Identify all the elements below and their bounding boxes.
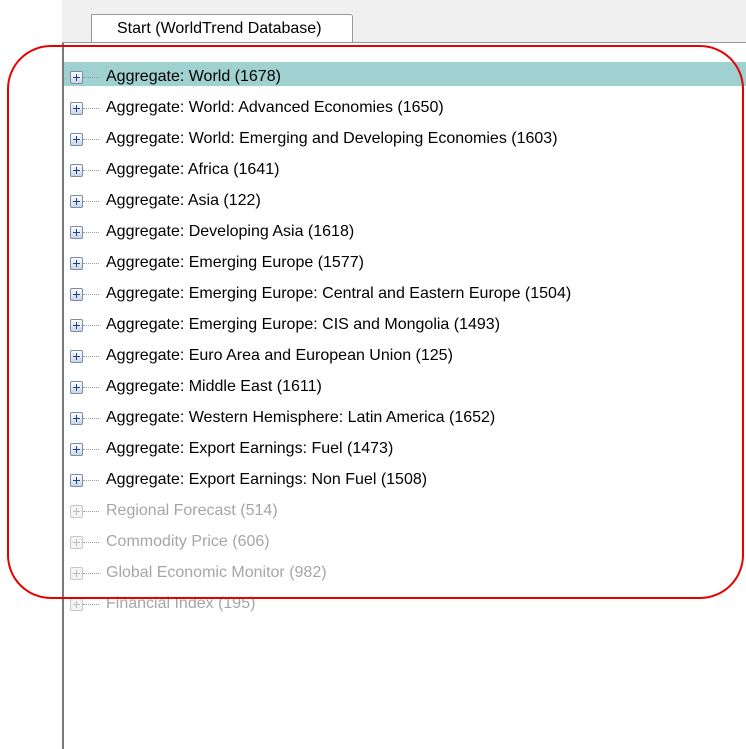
tree-node-export-fuel[interactable]: Aggregate: Export Earnings: Fuel (1473) [64,431,746,461]
tree-connector [83,542,99,544]
tree-node-asia[interactable]: Aggregate: Asia (122) [64,183,746,213]
tree-connector [83,201,99,203]
tree-node-label: Aggregate: Emerging Europe (1577) [106,254,364,271]
tree-node-cis-mongolia[interactable]: Aggregate: Emerging Europe: CIS and Mong… [64,307,746,337]
tree-node-row: Aggregate: World (1678) [64,62,746,86]
tree-node-label: Aggregate: World: Advanced Economies (16… [106,99,444,116]
tree-node-row: Aggregate: Export Earnings: Fuel (1473) [64,434,746,458]
tree-node-label: Aggregate: Export Earnings: Non Fuel (15… [106,471,428,488]
tree-node-africa[interactable]: Aggregate: Africa (1641) [64,152,746,182]
tree-node-commodity-price[interactable]: Commodity Price (606) [64,524,746,554]
tree-node-row: Aggregate: Developing Asia (1618) [64,217,746,241]
tree-connector [83,139,99,141]
tree-connector [83,356,99,358]
tree-node-label: Global Economic Monitor (982) [106,564,327,581]
tree-node-label: Aggregate: Asia (122) [106,192,261,209]
tree-node-row: Aggregate: Emerging Europe (1577) [64,248,746,272]
tree-connector [83,325,99,327]
tree-node-row: Aggregate: Euro Area and European Union … [64,341,746,365]
tree-node-row: Aggregate: Emerging Europe: CIS and Mong… [64,310,746,334]
tree-node-label: Aggregate: World (1678) [106,68,281,85]
tree-node-label: Commodity Price (606) [106,533,270,550]
tab-strip: Start (WorldTrend Database) [62,0,746,43]
tree-node-row: Aggregate: Export Earnings: Non Fuel (15… [64,465,746,489]
tree-connector [83,108,99,110]
tree-view[interactable]: Aggregate: World (1678) Aggregate: World… [62,43,746,749]
tree-node-row: Aggregate: Western Hemisphere: Latin Ame… [64,403,746,427]
tree-node-row: Regional Forecast (514) [64,496,746,520]
tree-node-export-non-fuel[interactable]: Aggregate: Export Earnings: Non Fuel (15… [64,462,746,492]
plus-box-icon[interactable] [70,474,83,487]
tree-connector [83,263,99,265]
plus-box-icon[interactable] [70,381,83,394]
tree-node-label: Aggregate: World: Emerging and Developin… [106,130,558,147]
plus-box-icon[interactable] [70,226,83,239]
tree-node-label: Financial Index (195) [106,595,256,612]
tree-node-label: Aggregate: Euro Area and European Union … [106,347,453,364]
plus-box-icon[interactable] [70,412,83,425]
tree-node-label: Aggregate: Africa (1641) [106,161,280,178]
tree-connector [83,449,99,451]
tab-label: Start (WorldTrend Database) [117,20,322,37]
tree-connector [83,604,99,606]
plus-box-icon[interactable] [70,71,83,84]
tree-node-label: Aggregate: Emerging Europe: CIS and Mong… [106,316,501,333]
tree-connector [83,232,99,234]
tree-connector [83,77,99,79]
plus-box-icon[interactable] [70,598,83,611]
tree-node-row: Aggregate: Emerging Europe: Central and … [64,279,746,303]
plus-box-icon[interactable] [70,443,83,456]
tree-node-row: Commodity Price (606) [64,527,746,551]
plus-box-icon[interactable] [70,536,83,549]
tree-connector [83,294,99,296]
tree-node-label: Aggregate: Emerging Europe: Central and … [106,285,572,302]
tree-connector [83,418,99,420]
tree-node-row: Aggregate: World: Emerging and Developin… [64,124,746,148]
tree-connector [83,511,99,513]
tree-node-row: Financial Index (195) [64,589,746,613]
plus-box-icon[interactable] [70,288,83,301]
tree-node-emerging-europe[interactable]: Aggregate: Emerging Europe (1577) [64,245,746,275]
tree-node-advanced-economies[interactable]: Aggregate: World: Advanced Economies (16… [64,90,746,120]
plus-box-icon[interactable] [70,133,83,146]
plus-box-icon[interactable] [70,505,83,518]
tree-node-label: Aggregate: Middle East (1611) [106,378,322,395]
tree-node-financial-index[interactable]: Financial Index (195) [64,586,746,616]
tree-node-row: Aggregate: Africa (1641) [64,155,746,179]
tree-node-developing-asia[interactable]: Aggregate: Developing Asia (1618) [64,214,746,244]
tree-node-row: Aggregate: Middle East (1611) [64,372,746,396]
tree-node-middle-east[interactable]: Aggregate: Middle East (1611) [64,369,746,399]
tree-node-row: Aggregate: World: Advanced Economies (16… [64,93,746,117]
tree-node-euro-area[interactable]: Aggregate: Euro Area and European Union … [64,338,746,368]
tree-node-label: Aggregate: Western Hemisphere: Latin Ame… [106,409,496,426]
tree-connector [83,573,99,575]
tree-connector [83,170,99,172]
tree-node-emerging-developing[interactable]: Aggregate: World: Emerging and Developin… [64,121,746,151]
plus-box-icon[interactable] [70,102,83,115]
tree-node-label: Regional Forecast (514) [106,502,278,519]
tree-node-row: Aggregate: Asia (122) [64,186,746,210]
plus-box-icon[interactable] [70,257,83,270]
tree-connector [83,387,99,389]
plus-box-icon[interactable] [70,195,83,208]
plus-box-icon[interactable] [70,567,83,580]
tree-node-label: Aggregate: Developing Asia (1618) [106,223,355,240]
plus-box-icon[interactable] [70,350,83,363]
tree-connector [83,480,99,482]
tree-node-row: Global Economic Monitor (982) [64,558,746,582]
plus-box-icon[interactable] [70,319,83,332]
tree-node-aggregate-world[interactable]: Aggregate: World (1678) [64,59,746,89]
tree-node-regional-forecast[interactable]: Regional Forecast (514) [64,493,746,523]
tree-node-latin-america[interactable]: Aggregate: Western Hemisphere: Latin Ame… [64,400,746,430]
tree-node-label: Aggregate: Export Earnings: Fuel (1473) [106,440,394,457]
tree-node-central-eastern-europe[interactable]: Aggregate: Emerging Europe: Central and … [64,276,746,306]
tab-start-worldtrend[interactable]: Start (WorldTrend Database) [91,14,353,42]
plus-box-icon[interactable] [70,164,83,177]
tree-node-global-economic-monitor[interactable]: Global Economic Monitor (982) [64,555,746,585]
